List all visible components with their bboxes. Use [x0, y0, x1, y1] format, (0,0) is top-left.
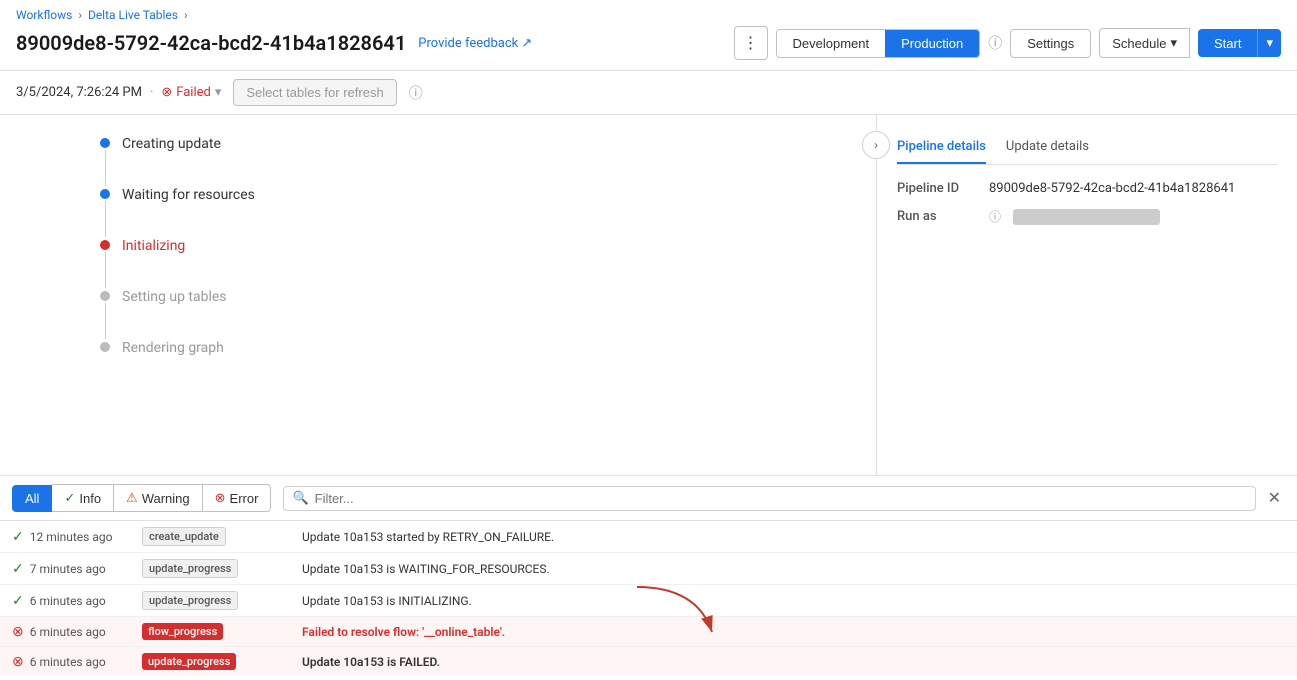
pipeline-id-label: Pipeline ID [897, 181, 977, 196]
step-dot-creating-update [100, 138, 110, 148]
step-dot-rendering [100, 342, 110, 352]
step-dot-waiting [100, 189, 110, 199]
run-as-row: Run as ⓘ ████████████████ [897, 208, 1277, 225]
start-button-group: Start ▾ [1198, 29, 1281, 57]
run-as-label: Run as [897, 209, 977, 224]
log-row: ✓ 12 minutes ago create_update Update 10… [0, 521, 1297, 553]
tab-pipeline-details[interactable]: Pipeline details [897, 131, 986, 164]
log-message: Update 10a153 is INITIALIZING. [302, 594, 1285, 608]
step-initializing: Initializing [100, 237, 836, 288]
step-creating-update: Creating update [100, 135, 836, 186]
log-time: ⊗ 6 minutes ago [12, 654, 142, 670]
step-label-setting-up: Setting up tables [122, 288, 227, 308]
breadcrumb-sep2: › [184, 8, 188, 22]
schedule-button-group: Schedule ▾ [1099, 28, 1190, 58]
log-toolbar: All ✓ Info ⚠ Warning ⊗ Error 🔍 ✕ [0, 476, 1297, 521]
mode-toggle: Development Production [776, 29, 981, 58]
log-filter-all[interactable]: All [12, 485, 52, 512]
run-date: 3/5/2024, 7:26:24 PM [16, 85, 142, 100]
run-as-info-icon: ⓘ [989, 208, 1001, 225]
log-message: Update 10a153 started by RETRY_ON_FAILUR… [302, 530, 1285, 544]
breadcrumb-delta-live-tables[interactable]: Delta Live Tables [88, 8, 178, 22]
run-as-value: ████████████████ [1013, 209, 1160, 225]
breadcrumb-sep1: › [78, 8, 82, 22]
log-badge: update_progress [142, 591, 238, 610]
development-mode-button[interactable]: Development [777, 30, 886, 57]
mode-info-icon: ⓘ [988, 33, 1002, 53]
header-right: ⋮ Development Production ⓘ Settings Sche… [734, 26, 1282, 60]
log-table: ✓ 12 minutes ago create_update Update 10… [0, 521, 1297, 675]
run-status: ⊗ Failed ▾ [161, 85, 221, 100]
status-ok-icon: ✓ [12, 561, 24, 577]
status-error-icon: ⊗ [12, 624, 24, 640]
log-search-box[interactable]: 🔍 [283, 486, 1255, 511]
step-dot-setting-up [100, 291, 110, 301]
step-label-rendering: Rendering graph [122, 339, 224, 359]
log-time: ⊗ 6 minutes ago [12, 624, 142, 640]
header-row: 89009de8-5792-42ca-bcd2-41b4a1828641 Pro… [16, 26, 1281, 70]
log-badge: update_progress [142, 559, 238, 578]
log-filter-warning[interactable]: ⚠ Warning [114, 484, 203, 512]
log-row-error2: ⊗ 6 minutes ago update_progress Update 1… [0, 647, 1297, 675]
header-left: 89009de8-5792-42ca-bcd2-41b4a1828641 Pro… [16, 31, 532, 55]
start-button[interactable]: Start [1198, 29, 1257, 57]
status-ok-icon: ✓ [12, 529, 24, 545]
toolbar: 3/5/2024, 7:26:24 PM · ⊗ Failed ▾ Select… [0, 71, 1297, 115]
run-info: 3/5/2024, 7:26:24 PM · ⊗ Failed ▾ [16, 85, 221, 100]
step-label-creating-update: Creating update [122, 135, 221, 155]
step-label-initializing: Initializing [122, 237, 185, 257]
log-search-input[interactable] [315, 491, 1247, 506]
log-filter-error[interactable]: ⊗ Error [203, 484, 272, 512]
log-message: Update 10a153 is WAITING_FOR_RESOURCES. [302, 562, 1285, 576]
main-content: › Creating update Waiting for resources [0, 115, 1297, 475]
log-message-error2: Update 10a153 is FAILED. [302, 655, 1285, 669]
production-mode-button[interactable]: Production [885, 30, 979, 57]
log-filter-info[interactable]: ✓ Info [52, 484, 114, 512]
pipeline-id-row: Pipeline ID 89009de8-5792-42ca-bcd2-41b4… [897, 181, 1277, 196]
more-options-button[interactable]: ⋮ [734, 26, 768, 60]
pipeline-id-value: 89009de8-5792-42ca-bcd2-41b4a1828641 [989, 181, 1235, 196]
details-tabs: Pipeline details Update details [897, 131, 1277, 165]
pipeline-details-panel: Pipeline details Update details Pipeline… [877, 115, 1297, 475]
step-waiting-for-resources: Waiting for resources [100, 186, 836, 237]
log-time: ✓ 7 minutes ago [12, 561, 142, 577]
pipeline-id-title: 89009de8-5792-42ca-bcd2-41b4a1828641 [16, 31, 406, 55]
breadcrumb-workflows[interactable]: Workflows [16, 8, 72, 22]
pipeline-view: › Creating update Waiting for resources [0, 115, 877, 475]
schedule-button[interactable]: Schedule ▾ [1099, 28, 1190, 58]
collapse-panel-button[interactable]: › [862, 131, 890, 159]
log-section: All ✓ Info ⚠ Warning ⊗ Error 🔍 ✕ ✓ 12 mi… [0, 475, 1297, 675]
start-caret-button[interactable]: ▾ [1257, 29, 1281, 57]
log-time: ✓ 6 minutes ago [12, 593, 142, 609]
select-tables-button[interactable]: Select tables for refresh [233, 79, 396, 106]
select-tables-info-icon: ⓘ [409, 83, 423, 103]
feedback-link[interactable]: Provide feedback ↗ [418, 36, 532, 51]
log-row-error: ⊗ 6 minutes ago flow_progress Failed to … [0, 617, 1297, 647]
breadcrumb: Workflows › Delta Live Tables › [16, 8, 1281, 22]
steps-list: Creating update Waiting for resources In… [100, 135, 836, 359]
log-row: ✓ 6 minutes ago update_progress Update 1… [0, 585, 1297, 617]
step-label-waiting: Waiting for resources [122, 186, 255, 206]
log-badge-error: flow_progress [142, 623, 223, 640]
step-dot-initializing [100, 240, 110, 250]
log-time: ✓ 12 minutes ago [12, 529, 142, 545]
status-error-icon: ⊗ [12, 654, 24, 670]
status-ok-icon: ✓ [12, 593, 24, 609]
step-setting-up-tables: Setting up tables [100, 288, 836, 339]
log-badge: create_update [142, 527, 226, 546]
log-badge-error2: update_progress [142, 653, 236, 670]
header: Workflows › Delta Live Tables › 89009de8… [0, 0, 1297, 71]
settings-button[interactable]: Settings [1010, 29, 1091, 58]
log-row: ✓ 7 minutes ago update_progress Update 1… [0, 553, 1297, 585]
log-message-error: Failed to resolve flow: '__online_table'… [302, 625, 1285, 639]
tab-update-details[interactable]: Update details [1006, 131, 1089, 164]
step-rendering-graph: Rendering graph [100, 339, 836, 359]
search-icon: 🔍 [292, 491, 308, 506]
close-log-button[interactable]: ✕ [1264, 484, 1285, 512]
